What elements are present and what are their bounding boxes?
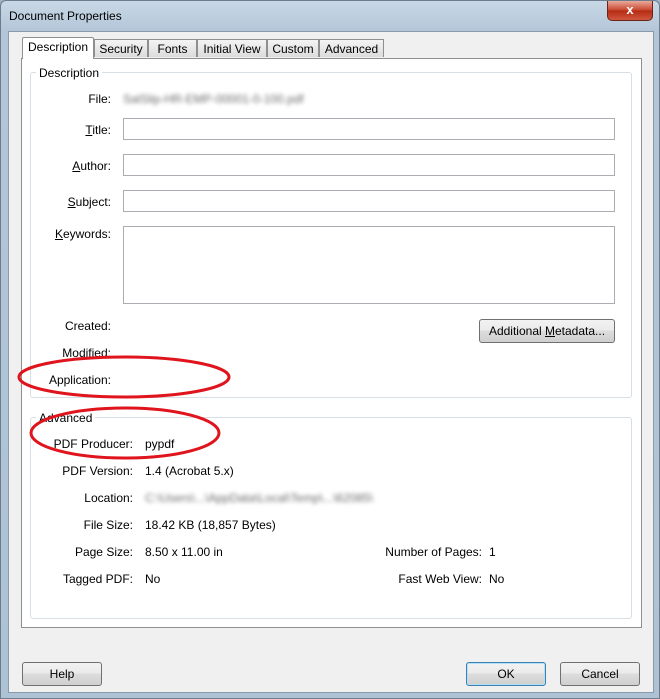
- pdf-producer-value: pypdf: [145, 437, 175, 451]
- file-size-label: File Size:: [83, 518, 133, 532]
- tab-security[interactable]: Security: [94, 39, 148, 57]
- page-size-value: 8.50 x 11.00 in: [145, 545, 223, 559]
- application-label: Application:: [48, 373, 111, 387]
- author-input[interactable]: [123, 154, 615, 176]
- description-group-title: Description: [36, 66, 103, 80]
- keywords-label: Keywords:: [54, 227, 111, 241]
- page-size-label: Page Size:: [74, 545, 133, 559]
- ok-button[interactable]: OK: [466, 662, 546, 686]
- location-value: C:\Users\...\AppData\Local\Temp\...\6208…: [145, 491, 374, 505]
- tab-fonts[interactable]: Fonts: [148, 39, 197, 57]
- tab-custom[interactable]: Custom: [267, 39, 319, 57]
- tab-advanced[interactable]: Advanced: [319, 39, 384, 57]
- window-title: Document Properties: [9, 9, 122, 23]
- pdf-producer-label: PDF Producer:: [53, 437, 133, 451]
- cancel-button[interactable]: Cancel: [560, 662, 640, 686]
- document-properties-dialog: Document Properties x Description Securi…: [0, 0, 660, 699]
- file-label: File:: [88, 92, 111, 106]
- number-of-pages-label: Number of Pages:: [385, 545, 482, 559]
- close-button[interactable]: x: [607, 1, 653, 21]
- file-value: SalSlip-HR-EMP-00001-0-100.pdf: [123, 92, 304, 106]
- subject-label: Subject:: [67, 195, 111, 209]
- tab-initial-view[interactable]: Initial View: [197, 39, 267, 57]
- number-of-pages-value: 1: [489, 545, 496, 559]
- tagged-pdf-value: No: [145, 572, 161, 586]
- title-label: Title:: [85, 123, 111, 137]
- title-bar[interactable]: Document Properties x: [1, 1, 659, 31]
- keywords-textarea[interactable]: [123, 226, 615, 304]
- dialog-client-area: Description Security Fonts Initial View …: [8, 31, 654, 693]
- additional-metadata-button[interactable]: Additional Metadata...: [479, 319, 615, 343]
- file-size-value: 18.42 KB (18,857 Bytes): [145, 518, 276, 532]
- help-button[interactable]: Help: [22, 662, 102, 686]
- author-label: Author:: [72, 159, 111, 173]
- location-label: Location:: [84, 491, 133, 505]
- pdf-version-label: PDF Version:: [62, 464, 133, 478]
- created-label: Created:: [64, 319, 111, 333]
- pdf-version-value: 1.4 (Acrobat 5.x): [145, 464, 234, 478]
- fast-web-view-label: Fast Web View:: [398, 572, 482, 586]
- description-tab-panel: Description File: SalSlip-HR-EMP-00001-0…: [21, 58, 642, 628]
- subject-input[interactable]: [123, 190, 615, 212]
- fast-web-view-value: No: [489, 572, 505, 586]
- advanced-group-title: Advanced: [36, 411, 96, 425]
- tagged-pdf-label: Tagged PDF:: [62, 572, 133, 586]
- title-input[interactable]: [123, 118, 615, 140]
- modified-label: Modified:: [62, 346, 111, 360]
- tab-description[interactable]: Description: [22, 37, 94, 59]
